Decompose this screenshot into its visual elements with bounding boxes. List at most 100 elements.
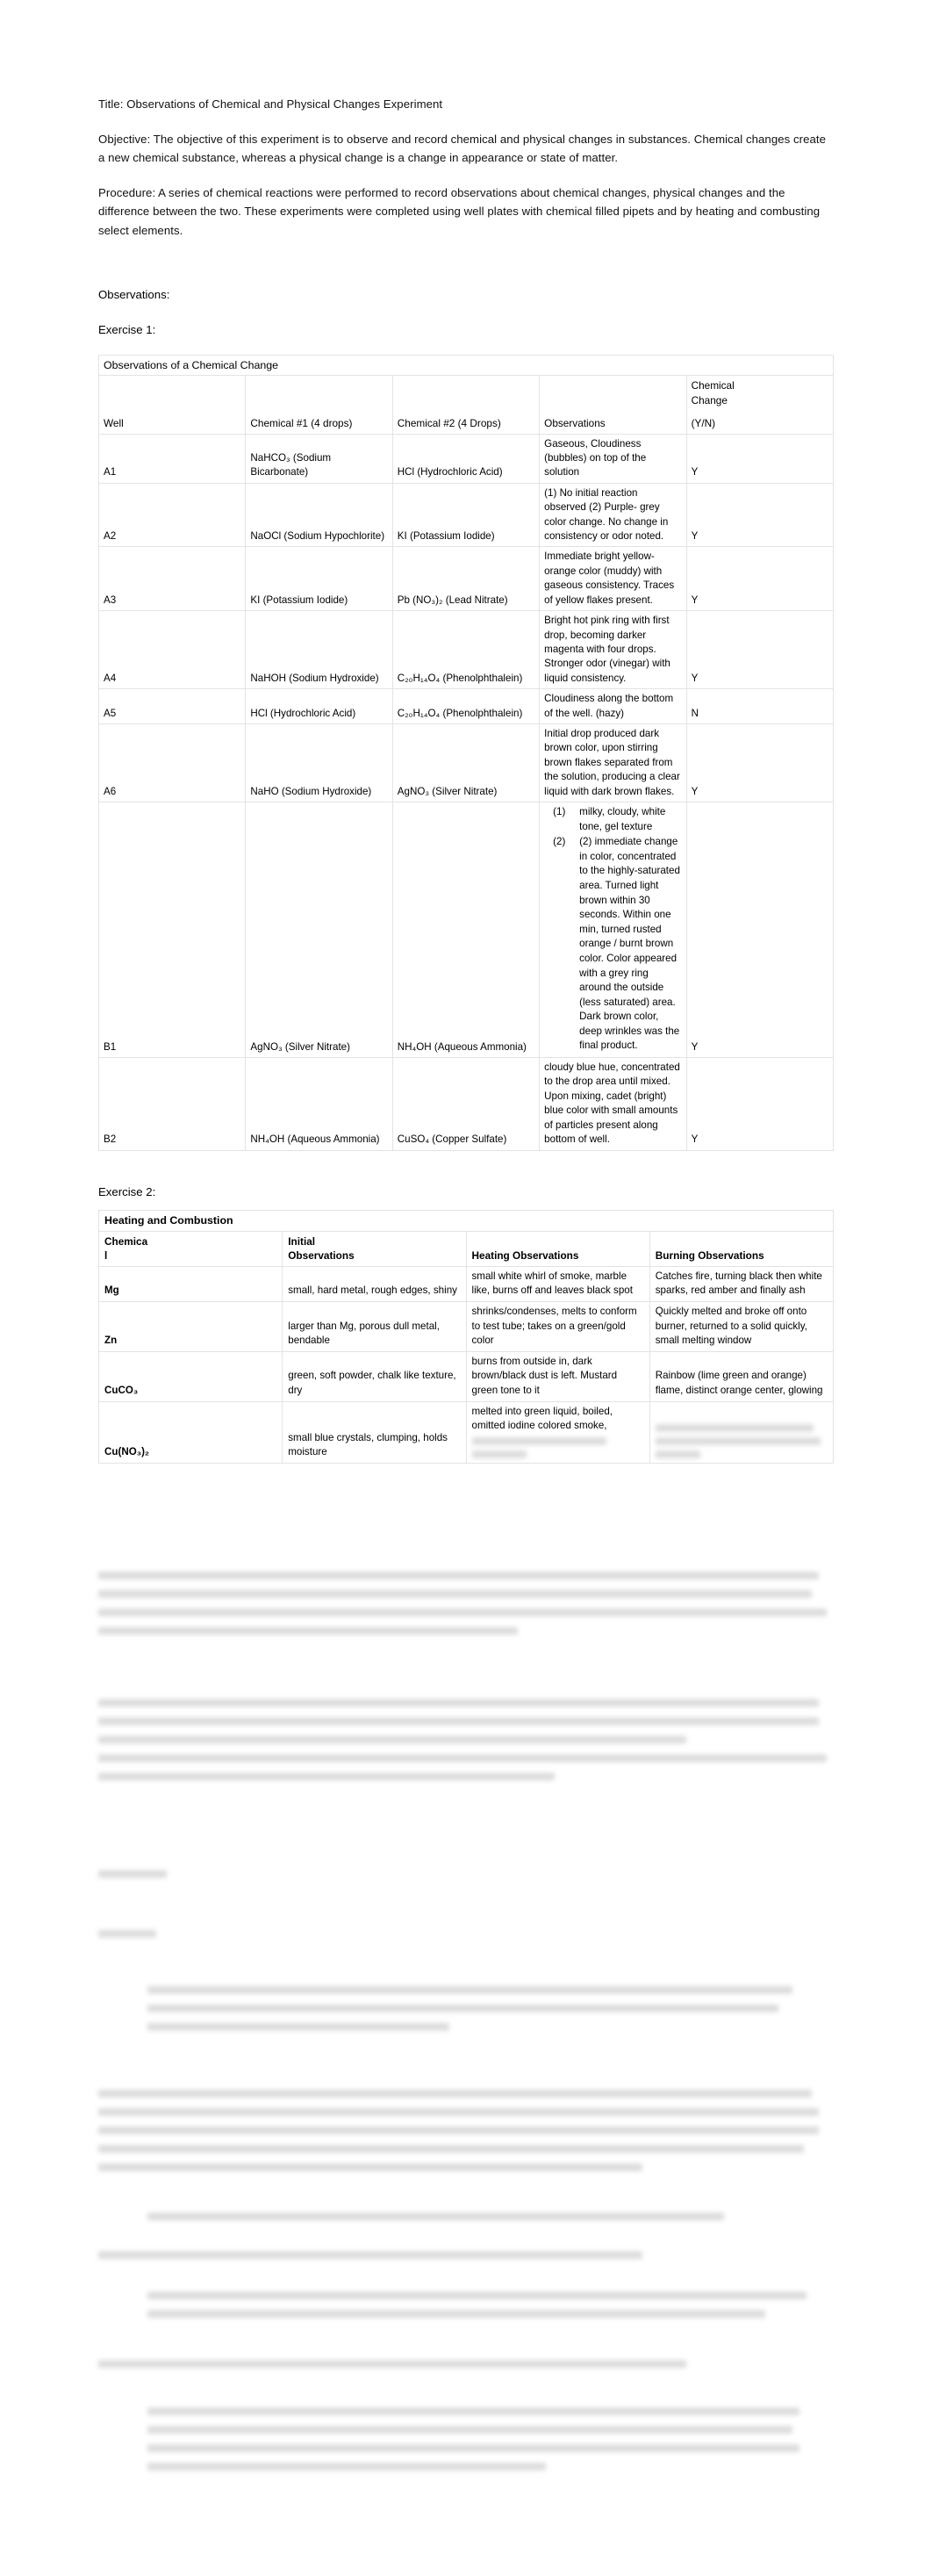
exercise-1-table-wrap: Observations of a Chemical Change Well C… xyxy=(97,354,835,1151)
redacted-paragraph-5 xyxy=(98,2360,834,2378)
table2-caption: Heating and Combustion xyxy=(98,1210,834,1232)
table1-chemical-2: C₂₀H₁₄O₄ (Phenolphthalein) xyxy=(391,688,541,724)
observations-of-a-chemical-change-table: Observations of a Chemical Change Well C… xyxy=(97,354,835,1151)
table1-header-change-line1: Chemical xyxy=(691,379,735,392)
table2-burning-observations xyxy=(649,1400,835,1464)
redacted-text-line xyxy=(147,2426,793,2434)
table1-observations: (1) No initial reaction observed (2) Pur… xyxy=(539,482,687,548)
table1-chemical-2: HCl (Hydrochloric Acid) xyxy=(391,433,541,484)
table2-initial-observations: small blue crystals, clumping, holds moi… xyxy=(282,1400,467,1464)
table1-header-change-line2: Change xyxy=(691,393,728,407)
redacted-text-line xyxy=(655,1423,814,1432)
table1-chemical-1: HCl (Hydrochloric Acid) xyxy=(245,688,393,724)
table1-chemical-change: Y xyxy=(685,482,835,548)
table2-heating-observations: burns from outside in, dark brown/black … xyxy=(465,1350,650,1402)
table2-header-chemical-line2: l xyxy=(104,1249,108,1263)
table1-chemical-2: Pb (NO₃)₂ (Lead Nitrate) xyxy=(391,546,541,612)
redacted-paragraph-4 xyxy=(98,2251,834,2270)
table2-caption-row: Heating and Combustion xyxy=(98,1210,834,1232)
table-row: A1 NaHCO₃ (Sodium Bicarbonate) HCl (Hydr… xyxy=(97,433,835,484)
table-row: CuCO₃ green, soft powder, chalk like tex… xyxy=(97,1350,835,1402)
redacted-text-line xyxy=(98,1754,827,1762)
table1-observations: Immediate bright yellow-orange color (mu… xyxy=(539,546,687,612)
table1-chemical-change: Y xyxy=(685,546,835,612)
table2-heating-observations: shrinks/condenses, melts to conform to t… xyxy=(465,1300,650,1352)
table1-well: A6 xyxy=(97,723,247,802)
table1-chemical-2: AgNO₃ (Silver Nitrate) xyxy=(391,723,541,802)
table2-header-chemical-line1: Chemica xyxy=(104,1234,148,1248)
table1-observations: milky, cloudy, white tone, gel texture (… xyxy=(539,801,687,1059)
redacted-text-line xyxy=(98,2251,643,2259)
redacted-text-line xyxy=(147,2310,765,2318)
redacted-text-line xyxy=(98,1590,812,1598)
list-item: (2) immediate change in color, concentra… xyxy=(553,835,680,1052)
table1-chemical-1: NaHO (Sodium Hydroxide) xyxy=(245,723,393,802)
table2-header-heating-observations: Heating Observations xyxy=(465,1230,650,1267)
redacted-text-line xyxy=(98,1717,820,1725)
table1-well: A4 xyxy=(97,610,247,690)
redacted-text-line xyxy=(471,1436,606,1445)
document-title-line: Title: Observations of Chemical and Phys… xyxy=(98,97,443,111)
table2-initial-observations: larger than Mg, porous dull metal, benda… xyxy=(282,1300,467,1352)
redacted-text-line xyxy=(147,2292,807,2299)
table1-observations: cloudy blue hue, concentrated to the dro… xyxy=(539,1057,687,1151)
table1-chemical-2: KI (Potassium Iodide) xyxy=(391,482,541,548)
table-row: Zn larger than Mg, porous dull metal, be… xyxy=(97,1300,835,1352)
redacted-text-line xyxy=(98,1736,687,1744)
redacted-text-line xyxy=(98,1699,820,1707)
table1-chemical-2: NH₄OH (Aqueous Ammonia) xyxy=(391,801,541,1059)
table2-header-initial-observations: Initial Observations xyxy=(282,1230,467,1267)
list-item: milky, cloudy, white tone, gel texture xyxy=(553,805,666,832)
table1-chemical-1: NH₄OH (Aqueous Ammonia) xyxy=(245,1057,393,1151)
redacted-text-line xyxy=(98,1930,156,1938)
table-row: B1 AgNO₃ (Silver Nitrate) NH₄OH (Aqueous… xyxy=(97,801,835,1059)
table1-observations: Cloudiness along the bottom of the well.… xyxy=(539,688,687,724)
table1-chemical-1: NaHCO₃ (Sodium Bicarbonate) xyxy=(245,433,393,484)
redacted-text-line xyxy=(655,1436,821,1445)
table1-header-chemical-1: Chemical #1 (4 drops) xyxy=(245,375,393,435)
table2-header-row: Chemica l Initial Observations Heating O… xyxy=(97,1230,835,1267)
redacted-heading-exercise xyxy=(98,1930,834,1955)
observations-label: Observations: xyxy=(98,288,170,301)
table1-caption: Observations of a Chemical Change xyxy=(98,354,834,377)
redacted-text-line xyxy=(147,2407,799,2415)
table2-burning-observations: Quickly melted and broke off onto burner… xyxy=(649,1300,835,1352)
table-row: A4 NaHOH (Sodium Hydroxide) C₂₀H₁₄O₄ (Ph… xyxy=(97,610,835,690)
redacted-text-line xyxy=(147,1986,793,1994)
table1-chemical-change: Y xyxy=(685,801,835,1059)
redacted-text-line xyxy=(98,1627,518,1635)
redacted-list-item-2 xyxy=(147,2213,834,2231)
redacted-paragraph-2 xyxy=(98,1699,834,1791)
redacted-text-line xyxy=(655,1450,700,1458)
table1-header-change-line3: (Y/N) xyxy=(691,417,716,430)
redacted-text-line xyxy=(147,2463,546,2471)
procedure-paragraph: Procedure: A series of chemical reaction… xyxy=(98,185,821,237)
table1-observations: Gaseous, Cloudiness (bubbles) on top of … xyxy=(539,433,687,484)
table-row: Cu(NO₃)₂ small blue crystals, clumping, … xyxy=(97,1400,835,1464)
table1-header-row: Well Chemical #1 (4 drops) Chemical #2 (… xyxy=(97,375,835,435)
table2-heating-text: melted into green liquid, boiled, omitte… xyxy=(471,1405,613,1432)
table-row: B2 NH₄OH (Aqueous Ammonia) CuSO₄ (Copper… xyxy=(97,1057,835,1151)
table1-chemical-change: Y xyxy=(685,610,835,690)
redacted-text-line xyxy=(98,2360,687,2368)
redacted-text-line xyxy=(98,1608,827,1616)
table2-header-initial-line1: Initial xyxy=(288,1234,316,1248)
table2-chemical: Cu(NO₃)₂ xyxy=(97,1400,283,1464)
redacted-text-line xyxy=(98,2108,820,2116)
redacted-text-line xyxy=(98,1870,167,1878)
table2-burning-observations: Catches fire, turning black then white s… xyxy=(649,1265,835,1302)
table2-heating-observations: small white whirl of smoke, marble like,… xyxy=(465,1265,650,1302)
table1-chemical-change: Y xyxy=(685,723,835,802)
table1-chemical-1: NaOCl (Sodium Hypochlorite) xyxy=(245,482,393,548)
table1-header-chemical-2: Chemical #2 (4 Drops) xyxy=(391,375,541,435)
table2-chemical: CuCO₃ xyxy=(97,1350,283,1402)
table1-chemical-2: C₂₀H₁₄O₄ (Phenolphthalein) xyxy=(391,610,541,690)
objective-paragraph: Objective: The objective of this experim… xyxy=(98,132,827,165)
table1-header-observations: Observations xyxy=(539,375,687,435)
redacted-text-line xyxy=(147,2213,724,2220)
table1-chemical-1: KI (Potassium Iodide) xyxy=(245,546,393,612)
redacted-text-line xyxy=(147,2444,799,2452)
exercise-2-label: Exercise 2: xyxy=(98,1184,156,1198)
heating-and-combustion-table: Heating and Combustion Chemica l Initial… xyxy=(97,1210,835,1464)
table2-burning-observations: Rainbow (lime green and orange) flame, d… xyxy=(649,1350,835,1402)
